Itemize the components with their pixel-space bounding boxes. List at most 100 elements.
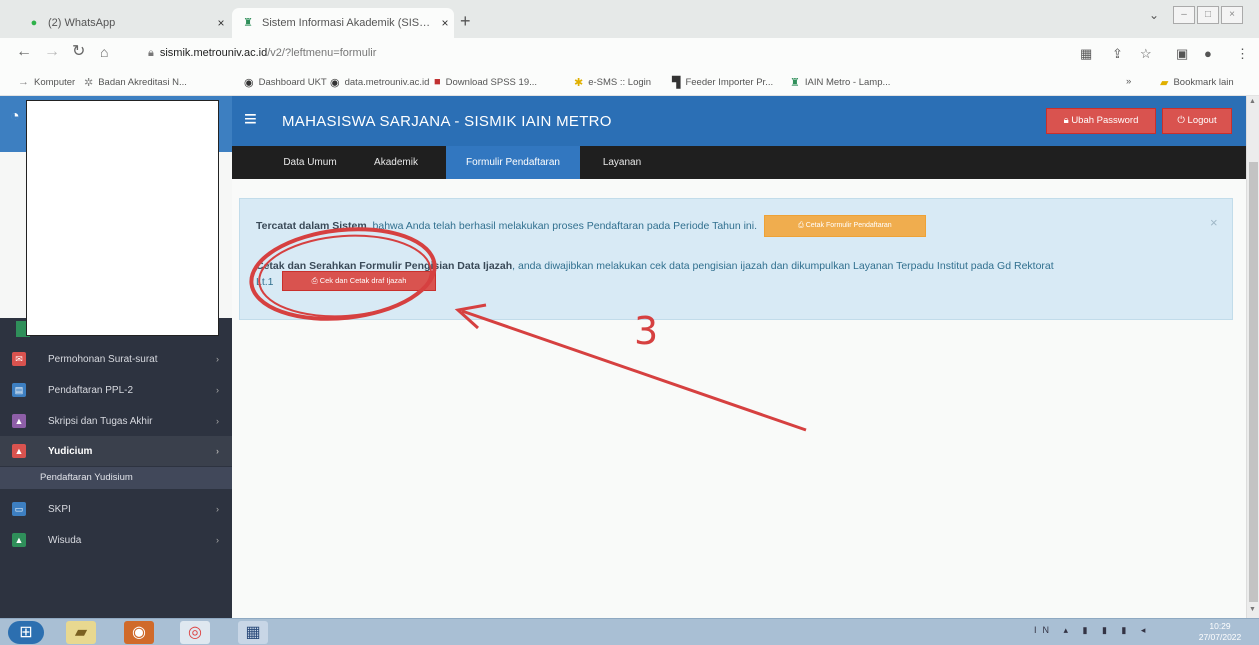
star-bookmark-icon[interactable]: ☆: [1140, 46, 1152, 62]
sidebar-item-yudicium[interactable]: ▲ Yudicium ›: [0, 436, 232, 466]
bookmark-esms[interactable]: ✱ e-SMS :: Login: [574, 76, 651, 89]
print-icon: ⎙: [798, 222, 806, 229]
button-label: Cetak Formulir Pendaftaran: [805, 222, 892, 229]
menu-formulir-pendaftaran[interactable]: Formulir Pendaftaran: [446, 146, 580, 179]
bookmark-folder-lain[interactable]: ▰ Bookmark lain: [1160, 76, 1234, 89]
file-explorer-icon[interactable]: ▰: [66, 621, 96, 644]
cetak-formulir-button[interactable]: ⎙ Cetak Formulir Pendaftaran: [763, 215, 926, 237]
arrow-icon: →: [18, 76, 29, 88]
annotation-step-number: 3: [634, 309, 659, 353]
bookmark-iain-metro[interactable]: ♜ IAIN Metro - Lamp...: [790, 76, 890, 89]
bookmark-label: data.metrouniv.ac.id: [344, 77, 430, 88]
screen: ● (2) WhatsApp × ♜ Sistem Informasi Akad…: [0, 0, 1259, 645]
tab-title: (2) WhatsApp: [48, 17, 116, 29]
sidebar: ◔ ✉ Permohonan Surat-surat › ▤ Pendaftar…: [0, 96, 232, 618]
sidebar-item-skpi[interactable]: ▭ SKPI ›: [0, 494, 232, 524]
vertical-scrollbar[interactable]: ▲ ▼: [1246, 96, 1259, 618]
print-icon: ⎙: [311, 276, 320, 285]
start-button-icon[interactable]: ⊞: [8, 621, 44, 644]
firefox-icon[interactable]: ◉: [124, 621, 154, 644]
redacted-profile-box: [26, 100, 219, 336]
instruction-tail-text: Lt.1: [256, 276, 274, 288]
instruction-text: , anda diwajibkan melakukan cek data pen…: [512, 260, 1054, 272]
clipboard-icon: ▤: [12, 383, 26, 397]
button-label: Ubah Password: [1071, 115, 1139, 126]
star-icon: ✲: [84, 77, 94, 89]
sidebar-item-label: Skripsi dan Tugas Akhir: [48, 415, 153, 427]
scroll-up-icon[interactable]: ▲: [1249, 98, 1256, 105]
clock-date: 27/07/2022: [1198, 632, 1242, 642]
bookmark-label: e-SMS :: Login: [588, 77, 652, 88]
window-controls: – □ ×: [1173, 6, 1243, 24]
chevron-right-icon: ›: [216, 385, 219, 395]
back-icon[interactable]: ←: [16, 44, 32, 60]
maximize-icon[interactable]: □: [1197, 6, 1219, 24]
close-tab-icon[interactable]: ×: [212, 16, 230, 30]
bookmark-dashboard-ukt[interactable]: ◉ Dashboard UKT: [244, 76, 327, 89]
taskbar-clock[interactable]: 10:29 27/07/2022: [1190, 621, 1250, 643]
menu-data-umum[interactable]: Data Umum: [268, 146, 352, 179]
menu-akademik[interactable]: Akademik: [364, 146, 428, 179]
chevron-right-icon: ›: [216, 504, 219, 514]
scrollbar-thumb[interactable]: [1249, 162, 1258, 602]
bookmark-feeder-importer[interactable]: ▜ Feeder Importer Pr...: [672, 76, 773, 89]
menu-layanan[interactable]: Layanan: [594, 146, 650, 179]
hamburger-menu-icon[interactable]: ≡: [244, 108, 257, 130]
scroll-down-icon[interactable]: ▼: [1249, 606, 1256, 613]
overflow-chevron-icon: »: [1126, 76, 1132, 87]
sidebar-item-label: Yudicium: [48, 445, 93, 457]
bookmarks-overflow[interactable]: »: [1126, 76, 1131, 87]
kebab-menu-icon[interactable]: ⋮: [1236, 46, 1249, 62]
logout-icon: ⏻: [1177, 115, 1188, 126]
url-field[interactable]: 🔒︎ sismik.metrouniv.ac.id/v2/?leftmenu=fo…: [148, 47, 376, 60]
bookmark-badan-akreditasi[interactable]: ✲ Badan Akreditasi N...: [84, 76, 187, 89]
windows-taskbar: ⊞ ▰ ◉ ◎ ▦ IN ▴ ▮ ▮ ▮ ◂ 10:29 27/07/2022: [0, 618, 1259, 645]
sidebar-item-skripsi[interactable]: ▲ Skripsi dan Tugas Akhir ›: [0, 406, 232, 436]
taskbar-app-icon[interactable]: ▦: [238, 621, 268, 644]
sms-icon: ✱: [574, 77, 584, 89]
sidebar-item-wisuda[interactable]: ▲ Wisuda ›: [0, 525, 232, 555]
close-window-icon[interactable]: ×: [1221, 6, 1243, 24]
cek-cetak-draf-ijazah-button[interactable]: ⎙ Cek dan Cetak draf Ijazah: [282, 271, 436, 291]
tab-sismik[interactable]: ♜ Sistem Informasi Akademik (SIS… ×: [232, 8, 454, 38]
chevron-right-icon: ›: [216, 416, 219, 426]
sidebar-item-label: Pendaftaran PPL-2: [48, 384, 134, 396]
bookmark-data-metrouniv[interactable]: ◉ data.metrouniv.ac.id: [330, 76, 429, 89]
chrome-icon[interactable]: ◎: [180, 621, 210, 644]
translate-icon[interactable]: ▦: [1080, 46, 1092, 62]
minimize-icon[interactable]: –: [1173, 6, 1195, 24]
url-host: sismik.metrouniv.ac.id: [159, 47, 268, 59]
bookmark-komputer[interactable]: → Komputer: [18, 76, 75, 88]
home-icon[interactable]: ⌂: [100, 44, 108, 60]
lock-icon: 🔒︎: [148, 47, 154, 59]
chevron-right-icon: ›: [216, 535, 219, 545]
language-indicator[interactable]: IN: [1034, 625, 1055, 635]
close-tab-icon[interactable]: ×: [436, 16, 454, 30]
reload-icon[interactable]: ↻: [72, 44, 85, 60]
sidebar-item-pendaftaran-ppl2[interactable]: ▤ Pendaftaran PPL-2 ›: [0, 375, 232, 405]
bookmark-label: Download SPSS 19...: [445, 76, 538, 88]
system-tray: IN ▴ ▮ ▮ ▮ ◂: [1034, 625, 1152, 635]
sidebar-item-label: Wisuda: [48, 534, 82, 546]
profile-icon[interactable]: ●: [1204, 46, 1212, 61]
sidebar-item-label: Permohonan Surat-surat: [48, 353, 158, 365]
sidepanel-icon[interactable]: ▣: [1176, 46, 1188, 62]
new-tab-button[interactable]: +: [460, 12, 471, 30]
university-icon: ♜: [790, 77, 800, 89]
graduation-icon: ▲: [12, 533, 26, 547]
logout-button[interactable]: ⏻ Logout: [1162, 108, 1232, 134]
bookmark-icon: ▜: [672, 77, 681, 89]
folder-icon: ▰: [1160, 77, 1169, 89]
tab-whatsapp[interactable]: ● (2) WhatsApp ×: [18, 8, 230, 38]
sidebar-subitem-pendaftaran-yudisium[interactable]: Pendaftaran Yudisium: [0, 467, 232, 489]
bookmark-download-spss[interactable]: ■ Download SPSS 19...: [434, 76, 537, 88]
top-navbar: ≡ MAHASISWA SARJANA - SISMIK IAIN METRO …: [232, 96, 1259, 146]
sidebar-item-permohonan-surat[interactable]: ✉ Permohonan Surat-surat ›: [0, 344, 232, 374]
forward-icon[interactable]: →: [44, 44, 60, 60]
tab-search-chevron-icon[interactable]: ⌄: [1149, 8, 1159, 22]
ubah-password-button[interactable]: 🔒︎ Ubah Password: [1046, 108, 1156, 134]
bookmark-label: Komputer: [34, 76, 76, 88]
address-bar: ← → ↻ ⌂ 🔒︎ sismik.metrouniv.ac.id/v2/?lef…: [0, 38, 1259, 68]
share-icon[interactable]: ⇪: [1112, 46, 1123, 62]
close-alert-icon[interactable]: ×: [1210, 215, 1218, 230]
